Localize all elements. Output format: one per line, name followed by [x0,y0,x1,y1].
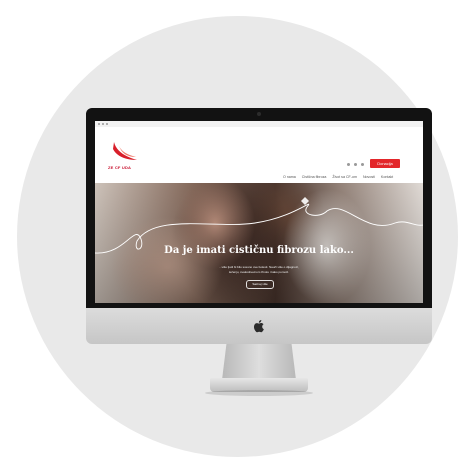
search-icon[interactable] [347,163,350,166]
website-screen: ZE CF UDA Donacija O nama Cistična fibro… [95,121,423,303]
logo-text: ZE CF UDA [108,165,132,170]
window-dot [106,123,108,125]
hero-subtitle-line: lečenju, svakodnevnom životu i kako pomo… [228,270,290,274]
nav-item[interactable]: O nama [283,175,296,179]
hero-title: Da je imati cističnu fibrozu lako... [164,245,354,256]
nav-item[interactable]: Novosti [363,175,375,179]
flame-logo-icon[interactable] [111,140,139,162]
apple-logo-icon [253,320,264,333]
monitor-chin [86,308,432,344]
nav-item[interactable]: Cistična fibroza [302,175,327,179]
hero-learn-more-button[interactable]: Saznaj više [246,280,274,289]
hero-subtitle-line: ...više ljudi bi bilo svesno ove bolesti… [219,265,299,269]
imac-monitor: ZE CF UDA Donacija O nama Cistična fibro… [86,108,432,344]
monitor-stand-neck [222,344,296,380]
nav-item[interactable]: Život sa CF-om [332,175,357,179]
camera-icon [257,112,261,116]
site-header: ZE CF UDA Donacija O nama Cistična fibro… [95,127,423,183]
stand-shadow [205,390,313,396]
instagram-icon[interactable] [361,163,364,166]
donate-button[interactable]: Donacija [370,159,400,168]
window-dot [102,123,104,125]
window-dot [98,123,100,125]
main-nav: O nama Cistična fibroza Život sa CF-om N… [283,175,398,179]
nav-item[interactable]: Kontakt [381,175,393,179]
facebook-icon[interactable] [354,163,357,166]
hero-banner: Da je imati cističnu fibrozu lako... ...… [95,183,423,303]
monitor-bezel: ZE CF UDA Donacija O nama Cistična fibro… [86,108,432,308]
